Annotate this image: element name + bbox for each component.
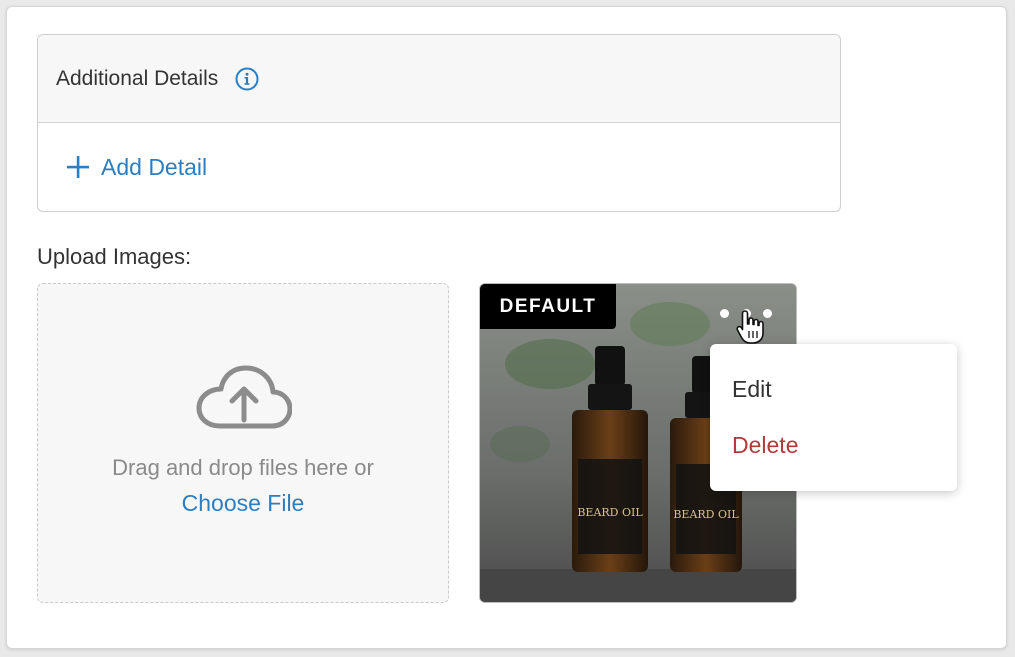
additional-details-header: Additional Details (38, 35, 840, 123)
default-badge: DEFAULT (480, 284, 616, 329)
additional-details-title: Additional Details (56, 66, 219, 90)
add-detail-label: Add Detail (101, 153, 208, 180)
add-detail-button[interactable]: Add Detail (67, 154, 207, 181)
upload-images-label: Upload Images: (37, 244, 192, 269)
menu-item-delete[interactable]: Delete (732, 432, 798, 459)
svg-text:BEARD OIL: BEARD OIL (577, 506, 643, 519)
hand-cursor-icon (736, 310, 764, 344)
svg-text:BEARD OIL: BEARD OIL (673, 508, 739, 521)
dropzone-text: Drag and drop files here or (112, 455, 374, 480)
plus-icon (67, 156, 89, 178)
image-options-menu: Edit Delete (710, 344, 957, 491)
page-panel: Additional Details Add Detail Upload Ima… (6, 6, 1007, 649)
additional-details-body: Add Detail (38, 123, 840, 211)
cloud-upload-icon (196, 365, 292, 429)
image-dropzone[interactable]: Drag and drop files here or Choose File (37, 283, 449, 603)
menu-item-edit[interactable]: Edit (732, 376, 772, 403)
additional-details-card: Additional Details Add Detail (37, 34, 841, 212)
info-icon[interactable] (235, 67, 259, 91)
choose-file-link[interactable]: Choose File (38, 490, 448, 517)
